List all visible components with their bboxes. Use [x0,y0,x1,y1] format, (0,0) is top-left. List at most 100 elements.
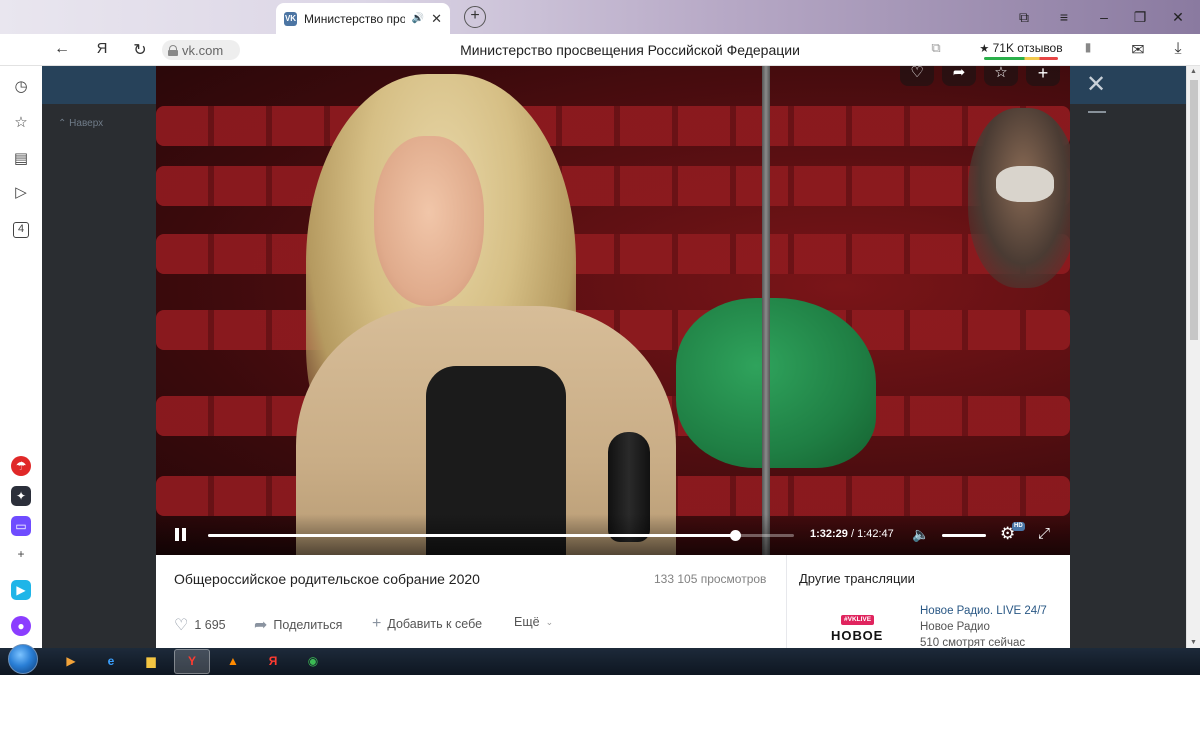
chrome-icon[interactable]: ◉ [302,651,324,672]
lock-icon [168,44,178,56]
video-info-panel: Общероссийское родительское собрание 202… [156,555,1070,648]
messenger-app-icon[interactable]: ▭ [11,516,31,536]
screen: VK Министерство просвещения Российской Ф… [0,0,1200,731]
tab-strip: VK Министерство просвещения Российской Ф… [0,0,1200,34]
yandex-home-button[interactable]: Я [92,40,112,57]
windows-taskbar: ▶ e ▆ Y ▲ Я ◉ [0,644,1200,675]
seat-row [156,106,1070,146]
share-icon: ➦ [254,617,268,634]
close-tab-icon[interactable]: ✕ [431,11,442,27]
tabs-count-icon[interactable]: 4 [10,218,32,240]
likes-count: 1 695 [194,618,226,632]
sparkle-app-icon[interactable]: ✦ [11,486,31,506]
add-app-icon[interactable]: + [11,544,31,564]
scroll-up-arrow-icon[interactable]: ▲ [1190,68,1197,75]
speaker-face [374,136,484,306]
favorite-video-button[interactable]: ☆ [984,66,1018,86]
player-controls: 1:32:29 / 1:42:47 🔈 ⚙ HD ⤢ [156,514,1070,555]
yandex-icon[interactable]: Я [262,651,284,672]
download-icon[interactable]: ⤓ [1168,40,1188,58]
more-label: Ещё [514,615,540,629]
plus-icon: + [372,615,382,632]
alice-app-icon[interactable]: ● [11,616,31,636]
vklive-badge: #VKLIVE [841,615,875,625]
tab-title: Министерство просвещения Российской Феде… [304,11,405,26]
vk-favicon-icon: VK [284,11,298,26]
back-button[interactable]: ← [52,40,72,58]
collections-icon[interactable]: ▤ [10,148,32,170]
close-video-icon[interactable]: ✕ [1086,73,1106,97]
microphone-stand [762,66,770,555]
vk-page: ⌃ Наверх ♡ ➦ ☆ + 1:32:29 / 1:42:47 🔈 ⚙ H… [42,66,1186,648]
page-title: Министерство просвещения Российской Феде… [460,42,800,58]
page-scrollbar[interactable]: ▲ ▼ [1186,66,1200,648]
progress-handle[interactable] [730,530,742,541]
reviews-rating-bar [984,57,1058,60]
copy-icon[interactable]: ⧉ [926,40,946,56]
stream-title-link[interactable]: Новое Радио. LIVE 24/7 [920,605,1047,617]
volume-fill [942,534,986,537]
hd-badge: HD [1012,522,1025,531]
umbrella-app-icon[interactable]: ☂ [11,456,31,476]
add-video-button[interactable]: + [1026,66,1060,86]
panel-divider [786,555,787,648]
more-button[interactable]: Ещё ⌄ [514,615,553,629]
file-explorer-icon[interactable]: ▆ [140,651,162,672]
scroll-thumb[interactable] [1190,80,1198,340]
seat-row [156,234,1070,274]
video-title: Общероссийское родительское собрание 202… [174,571,480,587]
media-player-icon[interactable]: ▶ [60,651,82,672]
reviews-badge[interactable]: ★ 71K отзывов [974,39,1068,61]
fullscreen-icon[interactable]: ⤢ [1038,525,1050,542]
url-field[interactable]: vk.com [162,40,240,60]
url-text: vk.com [182,42,224,58]
desktop-below [0,675,1200,731]
tabs-count: 4 [13,222,29,238]
total-time: 1:42:47 [857,528,894,540]
vk-header-overlay-right: ✕ [1070,66,1186,104]
favorites-icon[interactable]: ☆ [10,112,32,134]
reload-button[interactable]: ↻ [130,40,150,60]
scroll-down-arrow-icon[interactable]: ▼ [1190,639,1197,646]
send-app-icon[interactable]: ▶ [11,580,31,600]
video-icon[interactable]: ▷ [10,182,32,204]
chat-icon[interactable]: ✉ [1128,40,1148,60]
share-button[interactable]: ➦ Поделиться [254,615,342,635]
progress-fill [208,534,736,537]
bookmark-icon[interactable]: ▮ [1078,40,1098,54]
video-player[interactable]: ♡ ➦ ☆ + 1:32:29 / 1:42:47 🔈 ⚙ HD ⤢ [156,66,1070,555]
new-tab-button[interactable]: + [464,6,486,28]
vk-header-overlay [42,66,156,104]
pause-button[interactable] [174,528,188,542]
volume-slider[interactable] [942,534,986,537]
chevron-down-icon: ⌄ [545,616,554,627]
start-button[interactable] [6,644,38,675]
internet-explorer-icon[interactable]: e [100,651,122,672]
add-to-mine-button[interactable]: + Добавить к себе [372,615,482,633]
back-to-top-label: Наверх [69,118,104,129]
current-time: 1:32:29 [810,528,848,540]
like-button[interactable]: ♡ 1 695 [174,615,226,635]
stream-thumbnail[interactable]: #VKLIVE НОВОЕ [801,607,911,648]
face-mask [996,166,1054,202]
restore-button[interactable]: ❐ [1130,8,1150,26]
bookmarks-icon[interactable]: ⧉ [1014,8,1034,26]
volume-icon[interactable]: 🔈 [912,526,929,543]
close-window-button[interactable]: ✕ [1168,8,1188,26]
back-to-top-link[interactable]: ⌃ Наверх [58,118,103,129]
minimize-button[interactable]: – [1094,8,1114,26]
reviews-label: 71K отзывов [992,41,1063,55]
heart-icon: ♡ [174,617,189,634]
share-video-button[interactable]: ➦ [942,66,976,86]
browser-tab[interactable]: VK Министерство просвещения Российской Ф… [276,3,450,34]
history-icon[interactable]: ◷ [10,76,32,98]
progress-bar[interactable] [208,530,794,541]
other-streams-heading: Другие трансляции [799,571,915,586]
like-video-button[interactable]: ♡ [900,66,934,86]
minimize-video-icon[interactable] [1088,111,1106,113]
speaker-icon[interactable]: 🔊 [412,13,424,24]
yandex-browser-icon[interactable]: Y [181,651,203,672]
menu-icon[interactable]: ≡ [1054,8,1074,26]
avast-icon[interactable]: ▲ [222,651,244,672]
page-left-overlay: ⌃ Наверх [42,66,156,648]
